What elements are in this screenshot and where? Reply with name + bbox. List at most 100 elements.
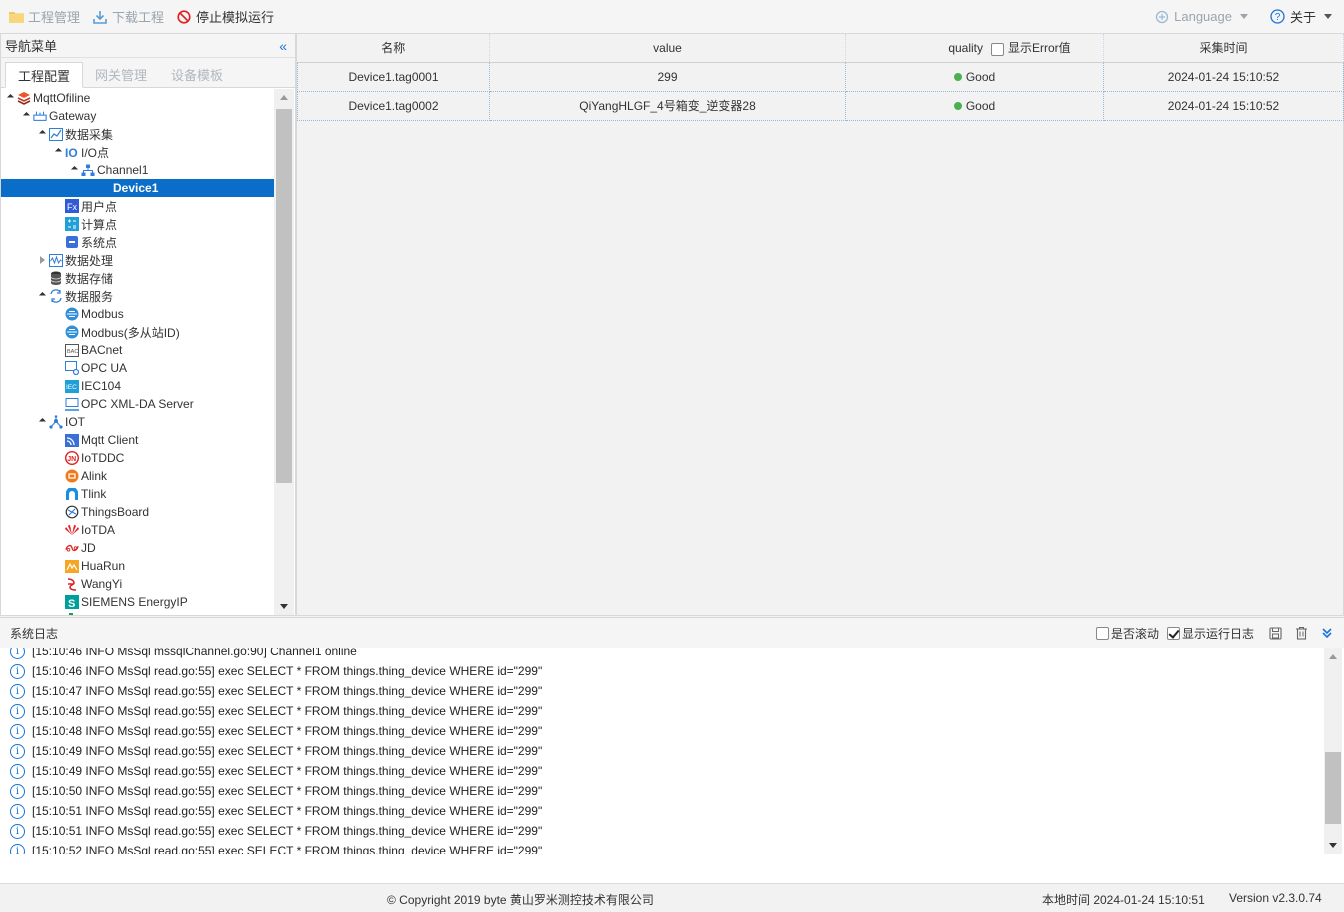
- tree-node[interactable]: OPC UA: [1, 359, 275, 377]
- column-header-time[interactable]: 采集时间: [1103, 34, 1344, 63]
- scrollbar-thumb[interactable]: [1325, 752, 1341, 824]
- tree-node[interactable]: BAC BACnet: [1, 341, 275, 359]
- tab-project-config[interactable]: 工程配置: [5, 62, 84, 88]
- tree-node[interactable]: 计算点: [1, 215, 275, 233]
- quality-text: Good: [965, 98, 996, 113]
- project-manage-button[interactable]: 工程管理: [4, 0, 84, 33]
- log-body: i [15:10:46 INFO MsSql mssqlChannel.go:90…: [0, 648, 1322, 854]
- tree-node[interactable]: WangYi: [1, 575, 275, 593]
- opcua-icon: [65, 361, 79, 375]
- tree-node-label: IoTDDC: [81, 451, 125, 465]
- scrollbar-thumb[interactable]: [276, 109, 292, 483]
- column-header-name[interactable]: 名称: [297, 34, 490, 63]
- tree-node[interactable]: 数据存储: [1, 269, 275, 287]
- log-scrollbar[interactable]: [1324, 648, 1342, 854]
- collapse-left-icon[interactable]: «: [279, 38, 287, 54]
- tree-node[interactable]: Alink: [1, 467, 275, 485]
- tree-node[interactable]: 数据服务: [1, 287, 275, 305]
- expanded-arrow-icon[interactable]: [37, 413, 47, 431]
- expanded-arrow-icon[interactable]: [5, 89, 15, 107]
- log-line: i [15:10:46 INFO MsSql mssqlChannel.go:90…: [0, 648, 1322, 661]
- service-icon: [49, 289, 63, 303]
- show-run-log-checkbox[interactable]: [1166, 626, 1180, 640]
- tree-node[interactable]: Modbus: [1, 305, 275, 323]
- info-icon: i: [10, 783, 25, 799]
- tree-node[interactable]: Modbus(多从站ID): [1, 323, 275, 341]
- tree-node-label: IoTDA: [81, 523, 116, 537]
- tree-node[interactable]: Fx 用户点: [1, 197, 275, 215]
- nav-title: 导航菜单: [5, 39, 58, 54]
- table-row[interactable]: Device1.tag0002 QiYangHLGF_4号箱变_逆变器28 Good…: [297, 91, 1344, 121]
- user-point-icon: Fx: [65, 199, 79, 213]
- tree-node[interactable]: OPC XML-DA Server: [1, 395, 275, 413]
- tree-node[interactable]: JD: [1, 539, 275, 557]
- tree-node-label: Alink: [81, 469, 108, 483]
- download-project-label: 下载工程: [112, 10, 165, 25]
- language-dropdown[interactable]: Language: [1150, 0, 1252, 33]
- tree-node[interactable]: Hiot: [1, 611, 275, 615]
- show-error-checkbox[interactable]: [991, 42, 1004, 56]
- auto-scroll-label: 是否滚动: [1110, 626, 1159, 641]
- stop-simulation-button[interactable]: 停止模拟运行: [172, 0, 278, 33]
- log-line-text: [15:10:49 INFO MsSql read.go:55] exec SE…: [32, 744, 543, 758]
- expanded-arrow-icon[interactable]: [37, 125, 47, 143]
- tab-device-template[interactable]: 设备模板: [159, 61, 235, 87]
- jd-icon: [65, 541, 79, 555]
- tree-node[interactable]: 数据采集: [1, 125, 275, 143]
- svg-text:S: S: [68, 598, 75, 609]
- tree-node[interactable]: IO I/O点: [1, 143, 275, 161]
- tree-node[interactable]: IEC IEC104: [1, 377, 275, 395]
- tree-node[interactable]: Channel1: [1, 161, 275, 179]
- show-run-log-option[interactable]: 显示运行日志: [1166, 625, 1254, 642]
- save-icon[interactable]: [1267, 625, 1283, 641]
- version-text: Version v2.3.0.74: [1229, 891, 1322, 905]
- log-line-text: [15:10:46 INFO MsSql mssqlChannel.go:90]…: [32, 648, 357, 658]
- chart-icon: [49, 127, 63, 141]
- collapse-down-icon[interactable]: [1319, 625, 1335, 641]
- scroll-up-icon[interactable]: [280, 95, 288, 100]
- tree-node[interactable]: IOT: [1, 413, 275, 431]
- tree-node[interactable]: Device1: [1, 179, 275, 197]
- tree-node[interactable]: HuaRun: [1, 557, 275, 575]
- calculator-icon: [65, 217, 79, 231]
- svg-text:Fx: Fx: [67, 202, 77, 212]
- modbus-icon: [65, 325, 79, 339]
- expanded-arrow-icon[interactable]: [21, 107, 31, 125]
- cell-name: Device1.tag0001: [297, 61, 490, 92]
- info-icon: i: [10, 723, 25, 739]
- tree-scrollbar[interactable]: [274, 89, 294, 615]
- info-icon: i: [10, 663, 25, 679]
- tree-node[interactable]: S SIEMENS EnergyIP: [1, 593, 275, 611]
- tree-node-label: SIEMENS EnergyIP: [81, 595, 188, 609]
- tree-node[interactable]: Gateway: [1, 107, 275, 125]
- tree-node-label: 系统点: [81, 235, 118, 250]
- download-project-button[interactable]: 下载工程: [88, 0, 168, 33]
- tree-node[interactable]: ThingsBoard: [1, 503, 275, 521]
- tree-node[interactable]: 系统点: [1, 233, 275, 251]
- expanded-arrow-icon[interactable]: [69, 161, 79, 179]
- about-dropdown[interactable]: ? 关于: [1266, 0, 1336, 33]
- table-row[interactable]: Device1.tag0001 299 Good 2024-01-24 15:10:5…: [297, 61, 1344, 92]
- tree-node[interactable]: 数据处理: [1, 251, 275, 269]
- system-log-panel: 系统日志 是否滚动 显示运行日志 i [15:10:46 INFO MsSql m…: [0, 617, 1344, 883]
- column-header-value[interactable]: value: [489, 34, 846, 63]
- expanded-arrow-icon[interactable]: [37, 287, 47, 305]
- scroll-up-icon[interactable]: [1329, 654, 1337, 659]
- tree-node[interactable]: JN IoTDDC: [1, 449, 275, 467]
- collapsed-arrow-icon[interactable]: [37, 251, 47, 269]
- auto-scroll-checkbox[interactable]: [1095, 626, 1109, 640]
- scroll-down-icon[interactable]: [1329, 843, 1337, 848]
- tree-node[interactable]: IoTDA: [1, 521, 275, 539]
- auto-scroll-option[interactable]: 是否滚动: [1095, 625, 1159, 642]
- project-tree: MqttOfiline Gateway 数据采集 IO I/O点 Channel1 Devi…: [1, 89, 275, 615]
- tree-node[interactable]: MqttOfiline: [1, 89, 275, 107]
- column-header-quality[interactable]: quality 显示Error值: [845, 34, 1104, 63]
- scroll-down-icon[interactable]: [280, 604, 288, 609]
- language-label: Language: [1174, 9, 1232, 24]
- tab-gateway-manage[interactable]: 网关管理: [83, 61, 159, 87]
- expanded-arrow-icon[interactable]: [53, 143, 63, 161]
- tree-node[interactable]: Mqtt Client: [1, 431, 275, 449]
- trash-icon[interactable]: [1293, 625, 1309, 641]
- tree-node[interactable]: Tlink: [1, 485, 275, 503]
